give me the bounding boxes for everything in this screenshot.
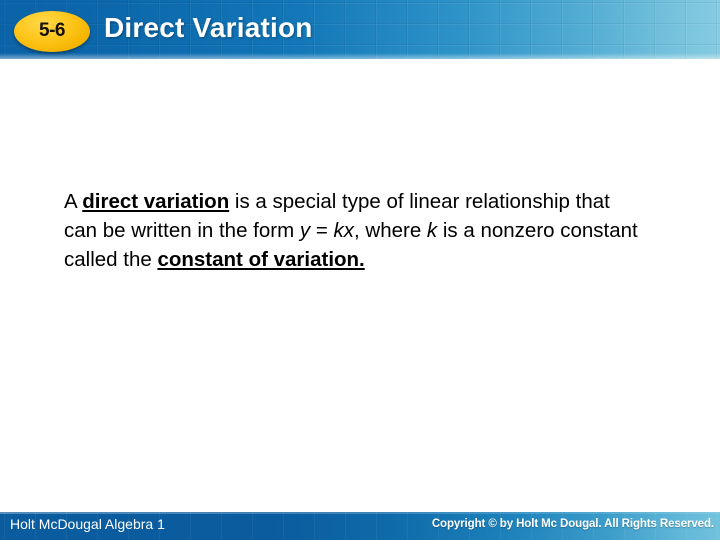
variable-kx: kx (333, 218, 355, 242)
slide-footer: Holt McDougal Algebra 1 Copyright © by H… (0, 512, 720, 540)
term-direct-variation: direct variation (82, 189, 230, 213)
paragraph-text-part-3: = (310, 218, 334, 242)
slide-canvas: 5-6 Direct Variation A direct variation … (0, 0, 720, 540)
definition-paragraph: A direct variation is a special type of … (64, 187, 644, 274)
slide-header: 5-6 Direct Variation (0, 0, 720, 59)
header-bottom-fade (0, 53, 720, 59)
footer-top-highlight (0, 512, 720, 514)
lesson-number-label: 5-6 (39, 20, 65, 41)
footer-book-title: Holt McDougal Algebra 1 (10, 516, 165, 532)
footer-copyright: Copyright © by Holt Mc Dougal. All Right… (431, 518, 714, 530)
page-title: Direct Variation (104, 12, 313, 43)
variable-y: y (299, 218, 311, 242)
term-constant-of-variation: constant of variation. (157, 247, 365, 271)
paragraph-text-part-1: A (64, 189, 83, 213)
content-body: A direct variation is a special type of … (64, 166, 644, 294)
lesson-number-badge: 5-6 (14, 11, 90, 52)
paragraph-text-part-4: , where (354, 218, 427, 242)
variable-k: k (426, 218, 438, 242)
